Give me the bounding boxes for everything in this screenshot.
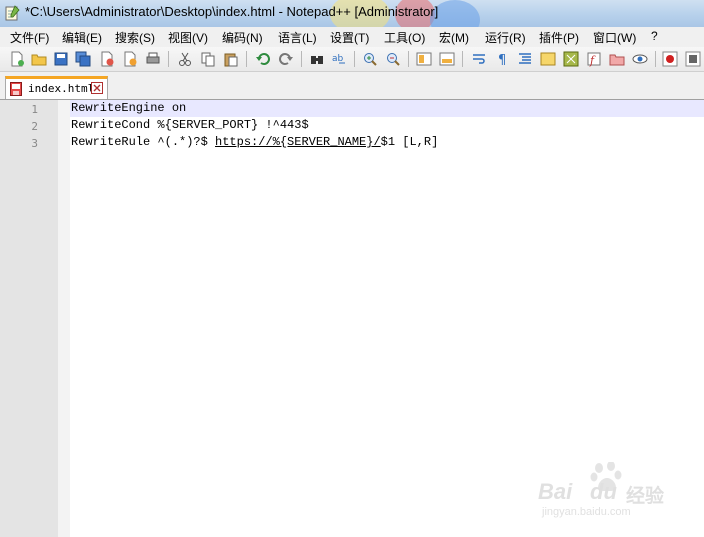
sync-horizontal-icon[interactable]: [439, 51, 455, 67]
menu-view[interactable]: 视图(V): [168, 29, 208, 46]
menu-help[interactable]: ?: [651, 29, 658, 43]
stop-record-icon[interactable]: [685, 51, 701, 67]
record-macro-icon[interactable]: [662, 51, 678, 67]
menu-window[interactable]: 窗口(W): [593, 29, 636, 46]
menu-tools[interactable]: 工具(O): [384, 29, 425, 46]
watermark-brand-cn: 经验: [626, 486, 665, 507]
code-line[interactable]: RewriteCond %{SERVER_PORT} !^443$: [71, 118, 309, 132]
cut-icon[interactable]: [177, 51, 193, 67]
menu-macro[interactable]: 宏(M): [439, 29, 469, 46]
tab-index-html[interactable]: index.html: [5, 76, 108, 99]
line-number-gutter: 1 2 3: [0, 100, 58, 537]
baidu-watermark: Bai du 经验 jingyan.baidu.com: [536, 462, 676, 522]
print-icon[interactable]: [145, 51, 161, 67]
line-number: 3: [31, 137, 38, 150]
toolbar-separator: [462, 51, 463, 67]
menu-settings[interactable]: 设置(T): [330, 29, 369, 46]
svg-text:¶: ¶: [498, 53, 506, 67]
save-icon[interactable]: [53, 51, 69, 67]
menu-language[interactable]: 语言(L): [278, 29, 317, 46]
toolbar-separator: [246, 51, 247, 67]
undo-icon[interactable]: [255, 51, 271, 67]
code-line[interactable]: RewriteRule ^(.*)?$ https://%{SERVER_NAM…: [71, 135, 438, 149]
toolbar-separator: [354, 51, 355, 67]
paste-icon[interactable]: [223, 51, 239, 67]
menu-run[interactable]: 运行(R): [485, 29, 526, 46]
menu-bar: 文件(F) 编辑(E) 搜索(S) 视图(V) 编码(N) 语言(L) 设置(T…: [0, 27, 704, 48]
fold-margin: [58, 100, 70, 537]
code-text: $1 [L,R]: [380, 135, 439, 149]
notepad-app-icon: [5, 5, 20, 21]
tab-bar: index.html: [0, 72, 704, 99]
menu-search[interactable]: 搜索(S): [115, 29, 155, 46]
code-url-link[interactable]: https://%{SERVER_NAME}/: [215, 135, 381, 149]
close-icon[interactable]: [99, 51, 115, 67]
function-list-icon[interactable]: f: [586, 51, 602, 67]
zoom-in-icon[interactable]: [362, 51, 378, 67]
close-all-icon[interactable]: [122, 51, 138, 67]
save-all-icon[interactable]: [75, 51, 91, 67]
zoom-out-icon[interactable]: [385, 51, 401, 67]
code-line[interactable]: RewriteEngine on: [71, 101, 186, 115]
word-wrap-icon[interactable]: [471, 51, 487, 67]
menu-plugins[interactable]: 插件(P): [539, 29, 579, 46]
replace-icon[interactable]: ab: [331, 51, 347, 67]
find-icon[interactable]: [309, 51, 325, 67]
doc-map-icon[interactable]: [563, 51, 579, 67]
unsaved-file-icon: [10, 82, 22, 96]
tab-close-icon[interactable]: [91, 82, 103, 94]
toolbar-separator: [408, 51, 409, 67]
udl-icon[interactable]: [540, 51, 556, 67]
watermark-site: jingyan.baidu.com: [542, 506, 631, 518]
menu-encoding[interactable]: 编码(N): [222, 29, 263, 46]
sync-vertical-icon[interactable]: [416, 51, 432, 67]
monitor-icon[interactable]: [632, 51, 648, 67]
folder-workspace-icon[interactable]: [609, 51, 625, 67]
redo-icon[interactable]: [278, 51, 294, 67]
title-bar[interactable]: *C:\Users\Administrator\Desktop\index.ht…: [0, 0, 704, 40]
indent-guide-icon[interactable]: [517, 51, 533, 67]
open-file-icon[interactable]: [31, 51, 47, 67]
show-all-chars-icon[interactable]: ¶: [494, 51, 510, 67]
copy-icon[interactable]: [200, 51, 216, 67]
new-file-icon[interactable]: [9, 51, 25, 67]
tab-label: index.html: [28, 82, 95, 95]
toolbar-separator: [301, 51, 302, 67]
watermark-brand-mark: du: [590, 479, 617, 504]
toolbar-separator: [655, 51, 656, 67]
menu-edit[interactable]: 编辑(E): [62, 29, 102, 46]
menu-file[interactable]: 文件(F): [10, 29, 49, 46]
line-number: 2: [31, 120, 38, 133]
window-title: *C:\Users\Administrator\Desktop\index.ht…: [25, 4, 439, 19]
line-number: 1: [31, 103, 38, 116]
code-text: RewriteRule ^(.*)?$: [71, 135, 216, 149]
toolbar-separator: [168, 51, 169, 67]
watermark-brand: Bai: [538, 479, 573, 504]
toolbar: ab ¶ f: [0, 47, 704, 72]
